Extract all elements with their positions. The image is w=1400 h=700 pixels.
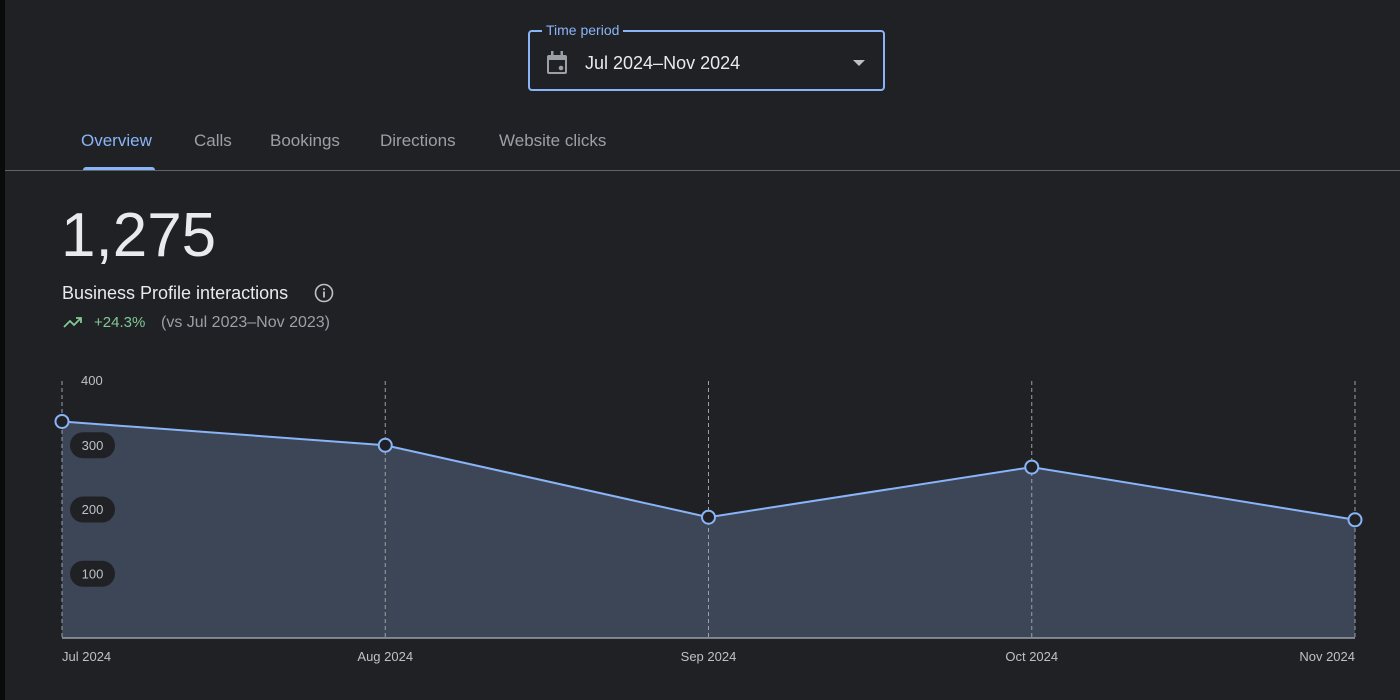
x-tick-label: Aug 2024: [357, 649, 413, 664]
data-point: [54, 413, 70, 429]
x-tick-label: Nov 2024: [1299, 649, 1355, 664]
x-tick-label: Jul 2024: [62, 649, 111, 664]
x-tick-label: Sep 2024: [681, 649, 737, 664]
data-point: [377, 437, 393, 453]
data-point: [1347, 512, 1363, 528]
data-point: [1024, 459, 1040, 475]
y-tick-label: 400: [81, 373, 103, 388]
y-tick-label: 300: [82, 438, 104, 453]
y-tick-label: 100: [82, 566, 104, 581]
data-point: [701, 509, 716, 525]
interactions-chart: 100 200 300 400 Jul 2024 Aug 2024 Sep 2024 Oct …: [54, 373, 1363, 664]
x-tick-label: Oct 2024: [1005, 649, 1058, 664]
y-tick-label: 200: [82, 502, 104, 517]
